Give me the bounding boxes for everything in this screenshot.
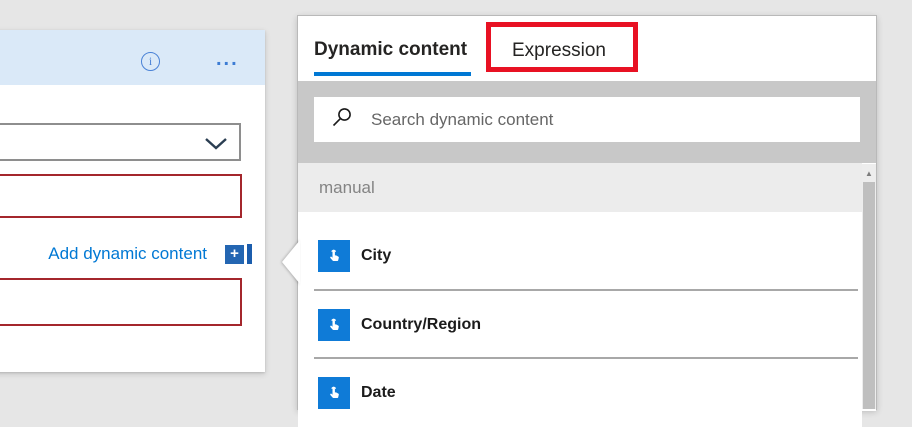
action-card: i ... Add dynamic content + <box>0 30 265 372</box>
screenshot-root: { "colors": { "accent_blue": "#0078d4", … <box>0 0 912 410</box>
text-input-error-focused[interactable] <box>0 278 242 326</box>
list-item-country-region[interactable]: Country/Region <box>298 291 862 359</box>
group-header-manual: manual <box>298 163 862 212</box>
tab-expression[interactable]: Expression <box>512 40 606 62</box>
manual-trigger-icon <box>318 240 350 272</box>
chevron-down-icon <box>205 137 227 155</box>
list-item-city[interactable]: City <box>298 212 862 291</box>
active-tab-underline <box>314 72 471 76</box>
add-dynamic-content-row: Add dynamic content + <box>48 243 252 265</box>
dropdown-field[interactable] <box>0 123 241 161</box>
list-item-label: Country/Region <box>361 316 481 334</box>
tab-dynamic-content[interactable]: Dynamic content <box>314 39 467 61</box>
text-cursor <box>247 244 252 264</box>
search-box[interactable] <box>314 97 860 142</box>
manual-trigger-icon <box>318 377 350 409</box>
flyout-tabs: Dynamic content Expression <box>298 16 876 81</box>
info-icon[interactable]: i <box>141 52 160 71</box>
scrollbar-thumb[interactable] <box>863 182 875 409</box>
search-section <box>298 81 876 163</box>
add-dynamic-content-link[interactable]: Add dynamic content <box>48 244 207 264</box>
dynamic-content-list: manual City Country/Region <box>298 163 876 411</box>
text-input-error[interactable] <box>0 174 242 218</box>
list-item-label: Date <box>361 384 396 402</box>
plus-icon[interactable]: + <box>225 245 244 264</box>
action-card-header: i ... <box>0 30 265 85</box>
group-name: manual <box>319 178 375 198</box>
search-input[interactable] <box>371 110 811 130</box>
more-options-icon[interactable]: ... <box>216 54 242 70</box>
manual-trigger-icon <box>318 309 350 341</box>
scrollbar[interactable]: ▲ <box>862 164 876 409</box>
search-icon <box>330 106 353 134</box>
scroll-up-icon[interactable]: ▲ <box>862 164 876 182</box>
dynamic-content-flyout: Dynamic content Expression manual <box>297 15 877 410</box>
list-item-label: City <box>361 247 391 265</box>
flyout-beak <box>282 240 300 284</box>
list-item-date[interactable]: Date <box>298 359 862 427</box>
